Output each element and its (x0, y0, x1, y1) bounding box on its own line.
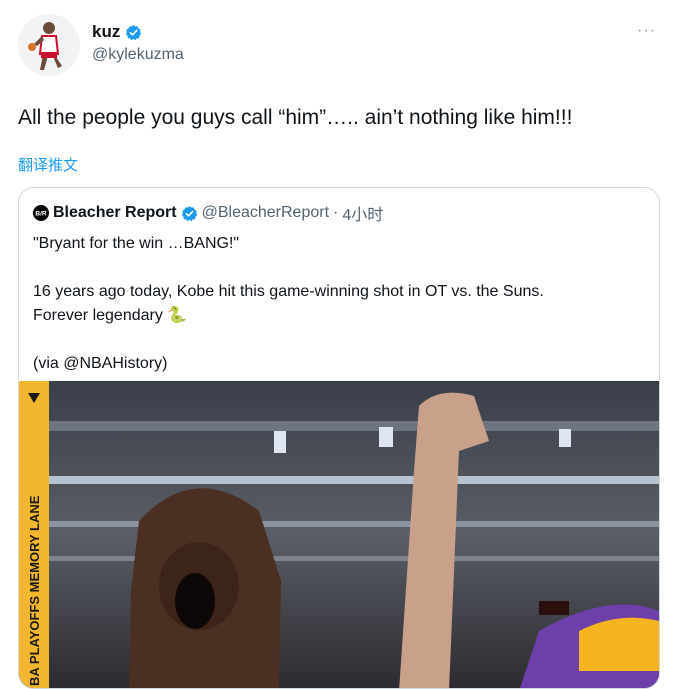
quoted-tweet-text: "Bryant for the win …BANG!" 16 years ago… (33, 235, 544, 372)
avatar[interactable] (18, 14, 80, 76)
quoted-timestamp[interactable]: 4小时 (342, 201, 383, 225)
quoted-media-video[interactable]: BA PLAYOFFS MEMORY LANE (19, 381, 659, 688)
author-display-name[interactable]: kuz (92, 22, 120, 42)
verified-badge-icon (126, 24, 142, 40)
bleacher-report-logo-icon: B/R (33, 205, 49, 221)
author-handle[interactable]: @kylekuzma (92, 46, 184, 64)
quoted-tweet-card[interactable]: B/R Bleacher Report @BleacherReport · 4小… (18, 187, 660, 689)
quoted-display-name[interactable]: Bleacher Report (53, 204, 177, 222)
translate-tweet-link[interactable]: 翻译推文 (18, 154, 78, 175)
verified-badge-icon (181, 205, 197, 221)
quoted-separator: · (333, 204, 339, 221)
media-banner-text: BA PLAYOFFS MEMORY LANE (27, 495, 42, 686)
author-name-row[interactable]: kuz (92, 22, 142, 42)
svg-text:B/R: B/R (35, 211, 47, 218)
kobe-celebration-image: BA PLAYOFFS MEMORY LANE (19, 381, 659, 688)
avatar-image (18, 14, 80, 76)
more-icon[interactable]: ··· (637, 22, 656, 40)
quoted-handle[interactable]: @BleacherReport (202, 204, 329, 222)
quoted-tweet-header: B/R Bleacher Report @BleacherReport · 4小… (33, 201, 383, 225)
tweet-text: All the people you guys call “him”….. ai… (18, 106, 573, 129)
